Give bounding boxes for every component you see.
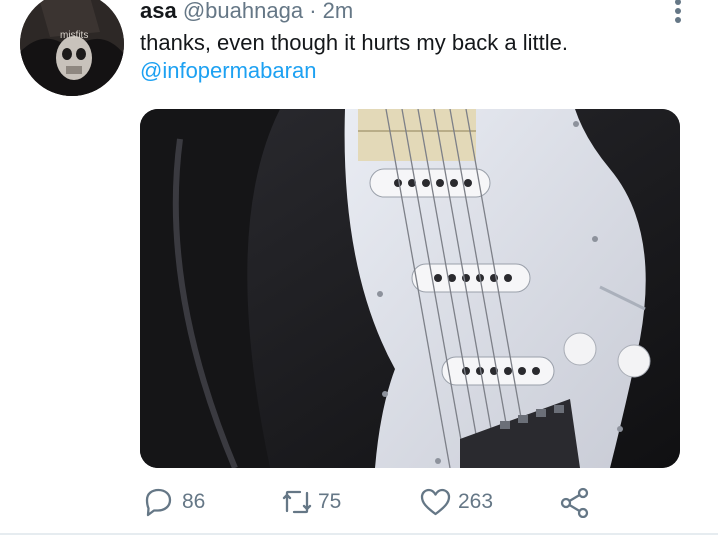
avatar[interactable]: misfits bbox=[20, 0, 124, 96]
reply-icon bbox=[142, 486, 174, 518]
tweet-header: asa @buahnaga · 2m bbox=[140, 0, 353, 26]
more-vertical-icon[interactable] bbox=[668, 0, 688, 26]
reply-count: 86 bbox=[182, 490, 206, 513]
author-name[interactable]: asa bbox=[140, 0, 177, 23]
timestamp[interactable]: 2m bbox=[323, 0, 354, 23]
reply-button[interactable]: 86 bbox=[142, 480, 205, 524]
like-button[interactable]: 263 bbox=[419, 480, 493, 524]
mention-link[interactable]: @infopermabaran bbox=[140, 56, 316, 86]
tweet-text: thanks, even though it hurts my back a l… bbox=[140, 30, 569, 55]
author-handle[interactable]: @buahnaga bbox=[183, 0, 303, 23]
like-icon bbox=[419, 486, 452, 518]
tweet-media-image[interactable] bbox=[140, 109, 680, 468]
tweet-divider bbox=[0, 533, 718, 535]
share-icon bbox=[558, 486, 592, 518]
retweet-count: 75 bbox=[318, 490, 342, 513]
tweet-actions: 86 75 263 bbox=[0, 480, 718, 524]
svg-text:misfits: misfits bbox=[60, 30, 88, 41]
separator-dot: · bbox=[309, 0, 317, 23]
retweet-icon bbox=[280, 486, 314, 518]
share-button[interactable] bbox=[558, 480, 592, 524]
retweet-button[interactable]: 75 bbox=[280, 480, 341, 524]
like-count: 263 bbox=[458, 490, 494, 513]
